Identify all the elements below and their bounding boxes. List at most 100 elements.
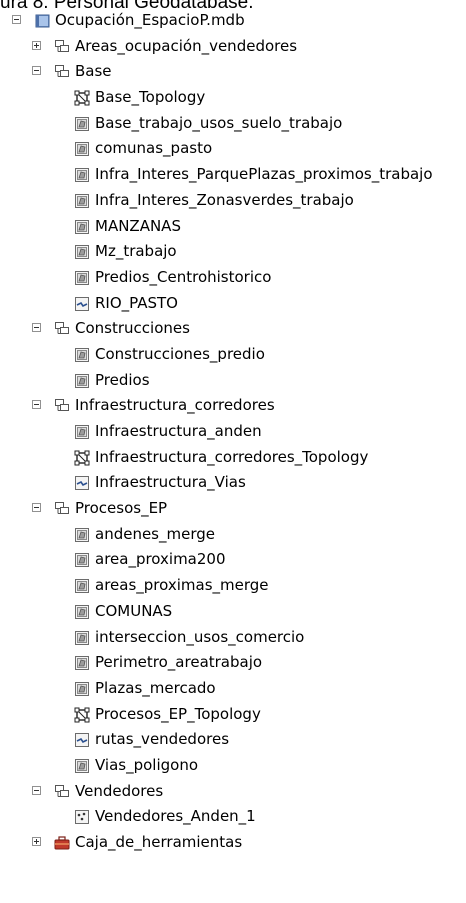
tree-node[interactable]: Predios xyxy=(0,368,466,394)
polygon-feature-class-icon xyxy=(74,757,90,773)
collapse-icon[interactable] xyxy=(32,400,41,410)
tree-node-label: andenes_merge xyxy=(95,524,215,543)
tree-node[interactable]: RIO_PASTO xyxy=(0,291,466,317)
expand-icon[interactable] xyxy=(32,40,41,50)
polygon-feature-class-icon xyxy=(74,603,90,619)
tree-node-label: Base_Topology xyxy=(95,88,206,107)
point-feature-class-icon xyxy=(74,808,90,824)
tree-node[interactable]: comunas_pasto xyxy=(0,136,466,162)
tree-node[interactable]: Construcciones xyxy=(0,316,466,342)
tree-node-label: area_proxima200 xyxy=(95,550,226,569)
tree-node[interactable]: Perimetro_areatrabajo xyxy=(0,650,466,676)
line-feature-class-icon xyxy=(74,474,90,490)
tree-node[interactable]: interseccion_usos_comercio xyxy=(0,625,466,651)
polygon-feature-class-icon xyxy=(74,629,90,645)
tree-node[interactable]: Infraestructura_anden xyxy=(0,419,466,445)
tree-node-label: COMUNAS xyxy=(95,601,173,620)
tree-node-label: RIO_PASTO xyxy=(95,293,178,312)
tree-node[interactable]: areas_proximas_merge xyxy=(0,573,466,599)
tree-node[interactable]: Infra_Interes_Zonasverdes_trabajo xyxy=(0,188,466,214)
tree-node-label: Plazas_mercado xyxy=(95,678,216,697)
tree-node-label: Procesos_EP xyxy=(75,499,168,518)
tree-node[interactable]: Base xyxy=(0,59,466,85)
topology-icon xyxy=(74,449,90,465)
tree-node[interactable]: Infra_Interes_ParquePlazas_proximos_trab… xyxy=(0,162,466,188)
tree-node[interactable]: Vendedores xyxy=(0,779,466,805)
tree-node[interactable]: Plazas_mercado xyxy=(0,676,466,702)
tree-node-label: Vendedores xyxy=(75,781,164,800)
expand-icon[interactable] xyxy=(32,837,41,846)
tree-node-label: Base xyxy=(75,62,112,81)
tree-node[interactable]: COMUNAS xyxy=(0,599,466,625)
feature-dataset-icon xyxy=(54,38,70,54)
polygon-feature-class-icon xyxy=(74,166,90,182)
tree-node[interactable]: andenes_merge xyxy=(0,522,466,548)
tree-node[interactable]: Ocupación_EspacioP.mdb xyxy=(0,8,466,34)
tree-node-label: Predios_Centrohistorico xyxy=(95,267,272,286)
tree-node[interactable]: Mz_trabajo xyxy=(0,239,466,265)
line-feature-class-icon xyxy=(74,295,90,311)
tree-node[interactable]: Procesos_EP xyxy=(0,496,466,522)
topology-icon xyxy=(74,706,90,722)
tree-node[interactable]: Base_trabajo_usos_suelo_trabajo xyxy=(0,111,466,137)
feature-dataset-icon xyxy=(54,783,70,799)
tree-node-label: Infra_Interes_ParquePlazas_proximos_trab… xyxy=(95,165,433,184)
tree-node[interactable]: Predios_Centrohistorico xyxy=(0,265,466,291)
tree-node-label: Caja_de_herramientas xyxy=(75,833,243,851)
collapse-icon[interactable] xyxy=(32,785,41,795)
tree-node[interactable]: Infraestructura_corredores xyxy=(0,393,466,419)
line-feature-class-icon xyxy=(74,731,90,747)
tree-node[interactable]: Areas_ocupación_vendedores xyxy=(0,34,466,60)
polygon-feature-class-icon xyxy=(74,577,90,593)
collapse-icon[interactable] xyxy=(32,323,41,333)
tree-node-label: Base_trabajo_usos_suelo_trabajo xyxy=(95,113,343,132)
tree-node-label: Infraestructura_anden xyxy=(95,422,262,440)
tree-node-label: Infraestructura_corredores xyxy=(75,396,275,415)
polygon-feature-class-icon xyxy=(74,372,90,388)
polygon-feature-class-icon xyxy=(74,346,90,362)
tree-node[interactable]: rutas_vendedores xyxy=(0,727,466,753)
tree-node[interactable]: Base_Topology xyxy=(0,85,466,111)
tree-node-label: Procesos_EP_Topology xyxy=(95,704,261,723)
polygon-feature-class-icon xyxy=(74,551,90,567)
tree-node-label: Infraestructura_Vias xyxy=(95,473,246,492)
tree-node[interactable]: area_proxima200 xyxy=(0,547,466,573)
feature-dataset-icon xyxy=(54,397,70,413)
tree-node[interactable]: Vias_poligono xyxy=(0,753,466,779)
tree-node[interactable]: Infraestructura_Vias xyxy=(0,470,466,496)
polygon-feature-class-icon xyxy=(74,269,90,285)
tree-node[interactable]: Vendedores_Anden_1 xyxy=(0,804,466,830)
tree-node-label: Infra_Interes_Zonasverdes_trabajo xyxy=(95,190,354,209)
polygon-feature-class-icon xyxy=(74,680,90,696)
tree-node[interactable]: Caja_de_herramientas xyxy=(0,830,466,856)
tree-node-label: Vendedores_Anden_1 xyxy=(95,807,256,826)
tree-node-label: Areas_ocupación_vendedores xyxy=(75,36,298,55)
tree-node[interactable]: MANZANAS xyxy=(0,214,466,240)
tree-node-label: Mz_trabajo xyxy=(95,242,177,261)
tree-node[interactable]: Infraestructura_corredores_Topology xyxy=(0,445,466,471)
polygon-feature-class-icon xyxy=(74,654,90,670)
feature-dataset-icon xyxy=(54,320,70,336)
tree-node-label: rutas_vendedores xyxy=(95,730,230,749)
tree-node-label: MANZANAS xyxy=(95,216,181,235)
polygon-feature-class-icon xyxy=(74,423,90,439)
polygon-feature-class-icon xyxy=(74,115,90,131)
tree-node-label: comunas_pasto xyxy=(95,139,213,158)
tree-node-label: areas_proximas_merge xyxy=(95,576,269,595)
tree-node-label: Construcciones_predio xyxy=(95,344,265,363)
polygon-feature-class-icon xyxy=(74,243,90,259)
tree-node-label: Vias_poligono xyxy=(95,755,199,774)
feature-dataset-icon xyxy=(54,500,70,516)
tree-node[interactable]: Construcciones_predio xyxy=(0,342,466,368)
collapse-icon[interactable] xyxy=(12,15,21,24)
catalog-tree: Ocupación_EspacioP.mdb Areas_ocupación_ve… xyxy=(0,8,466,856)
tree-node-label: Perimetro_areatrabajo xyxy=(95,653,263,672)
polygon-feature-class-icon xyxy=(74,526,90,542)
tree-node-label: Ocupación_EspacioP.mdb xyxy=(55,11,245,29)
toolbox-icon xyxy=(54,834,70,850)
polygon-feature-class-icon xyxy=(74,218,90,234)
collapse-icon[interactable] xyxy=(32,503,41,513)
collapse-icon[interactable] xyxy=(32,66,41,76)
tree-node[interactable]: Procesos_EP_Topology xyxy=(0,702,466,728)
topology-icon xyxy=(74,89,90,105)
